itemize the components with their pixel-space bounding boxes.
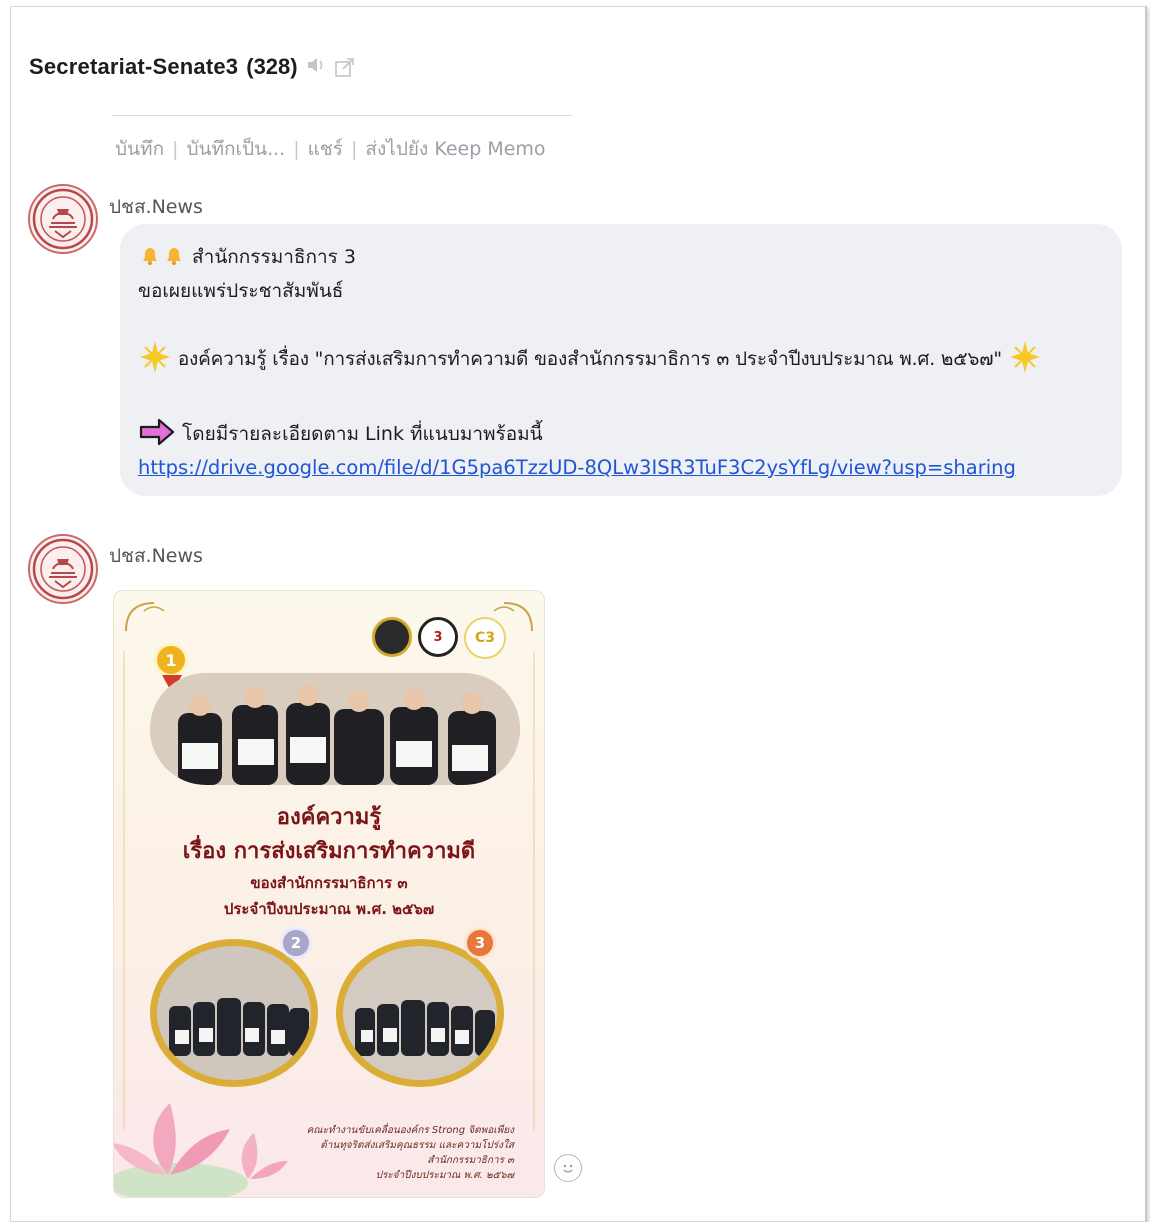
action-save-as[interactable]: บันทึกเป็น... xyxy=(186,134,285,164)
arrow-right-icon xyxy=(138,418,176,451)
sender-name: ปชส.News xyxy=(109,196,203,218)
footer-line: ต้านทุจริตส่งเสริมคุณธรรม และความโปร่งใส xyxy=(320,1140,514,1151)
message-text: สำนักกรรมาธิการ 3 xyxy=(192,246,357,268)
medal-number: 3 xyxy=(474,934,486,952)
message-bubble: สำนักกรรมาธิการ 3 ขอเผยแพร่ประชาสัมพันธ์… xyxy=(120,224,1122,496)
medal-number: 2 xyxy=(290,934,302,952)
medal-badge-3: 3 xyxy=(464,927,496,959)
popout-icon[interactable] xyxy=(334,57,354,77)
sender-avatar[interactable] xyxy=(28,184,98,254)
chat-header: Secretariat-Senate3 (328) xyxy=(29,50,354,84)
group-photo xyxy=(150,673,520,785)
image-message[interactable]: 3 C3 1 องค์ความรู้ เรื่อง การส่งเสริมการ… xyxy=(113,590,545,1198)
footer-line: สำนักกรรมาธิการ ๓ xyxy=(427,1155,514,1166)
medal-number: 1 xyxy=(165,650,177,670)
circle-photo-2 xyxy=(150,939,318,1087)
smiley-icon[interactable] xyxy=(554,1154,582,1182)
message-text: โดยมีรายละเอียดตาม Link ที่แนบมาพร้อมนี้ xyxy=(182,423,543,445)
action-separator: | xyxy=(172,138,179,160)
three-logo-text: 3 xyxy=(433,629,443,645)
bell-icon xyxy=(138,243,162,272)
footer-line: คณะทำงานขับเคลื่อนองค์กร Strong จิตพอเพี… xyxy=(306,1125,514,1136)
strong-logo xyxy=(372,617,412,657)
medal-badge-1: 1 xyxy=(154,643,188,677)
message-link-line: https://drive.google.com/file/d/1G5pa6Tz… xyxy=(138,456,1016,479)
bell-icon xyxy=(162,243,186,272)
c3-logo: C3 xyxy=(464,617,506,659)
circle-photo-3 xyxy=(336,939,504,1087)
action-share[interactable]: แชร์ xyxy=(308,134,343,164)
message-text: องค์ความรู้ เรื่อง "การส่งเสริมการทำความ… xyxy=(177,348,1002,370)
sender-name: ปชส.News xyxy=(109,545,203,567)
action-keep-memo[interactable]: ส่งไปยัง Keep Memo xyxy=(365,134,545,164)
action-save[interactable]: บันทึก xyxy=(115,134,164,164)
sender-avatar[interactable] xyxy=(28,534,98,604)
member-count: (328) xyxy=(246,54,298,79)
senate-emblem-icon xyxy=(32,188,94,250)
poster-line: ของสำนักกรรมาธิการ ๓ xyxy=(250,874,408,892)
poster-line: ประจำปีงบประมาณ พ.ศ. ๒๕๖๗ xyxy=(223,900,435,918)
message-line: องค์ความรู้ เรื่อง "การส่งเสริมการทำความ… xyxy=(138,340,1042,379)
message-line: โดยมีรายละเอียดตาม Link ที่แนบมาพร้อมนี้ xyxy=(138,418,543,451)
message-line: สำนักกรรมาธิการ 3 xyxy=(138,242,356,272)
poster-footer: คณะทำงานขับเคลื่อนองค์กร Strong จิตพอเพี… xyxy=(264,1123,514,1183)
action-separator: | xyxy=(293,138,300,160)
poster-title: องค์ความรู้ xyxy=(276,805,382,830)
poster-subtitle: เรื่อง การส่งเสริมการทำความดี xyxy=(182,839,476,864)
message-text: ขอเผยแพร่ประชาสัมพันธ์ xyxy=(138,280,344,302)
speaker-icon[interactable] xyxy=(306,56,326,79)
room-name: Secretariat-Senate3 xyxy=(29,54,239,79)
drive-link[interactable]: https://drive.google.com/file/d/1G5pa6Tz… xyxy=(138,456,1016,479)
sparkle-icon xyxy=(138,340,172,379)
sparkle-icon xyxy=(1008,340,1042,379)
c3-logo-text: C3 xyxy=(474,630,495,646)
three-logo: 3 xyxy=(418,617,458,657)
previous-message-divider xyxy=(112,115,572,116)
action-separator: | xyxy=(351,138,358,160)
senate-emblem-icon xyxy=(32,538,94,600)
medal-badge-2: 2 xyxy=(280,927,312,959)
footer-line: ประจำปีงบประมาณ พ.ศ. ๒๕๖๗ xyxy=(375,1170,514,1181)
message-actions: บันทึก | บันทึกเป็น... | แชร์ | ส่งไปยัง… xyxy=(115,134,546,164)
